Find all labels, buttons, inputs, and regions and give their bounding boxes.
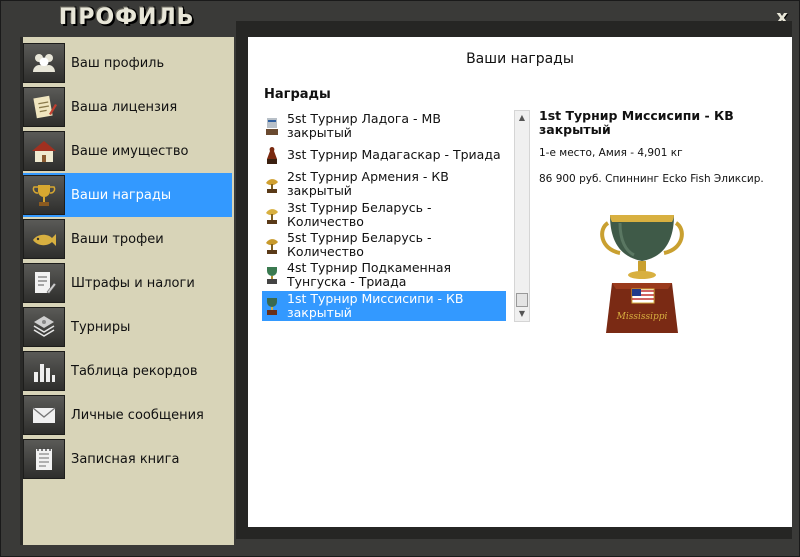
sidebar-item-trophies[interactable]: Ваши трофеи: [23, 217, 234, 261]
award-fish-statue-icon: [262, 234, 282, 256]
awards-scrollbar[interactable]: ▲ ▼: [514, 110, 530, 322]
page-title: Ваши награды: [466, 51, 574, 67]
award-detail-place: 1-е место, Амия - 4,901 кг: [539, 147, 683, 159]
sidebar-item-profile[interactable]: Ваш профиль: [23, 41, 234, 85]
list-item[interactable]: 5st Турнир Ладога - МВ закрытый: [262, 111, 506, 140]
sidebar-item-label: Турниры: [71, 319, 131, 335]
trophy-plate-text: Mississippi: [616, 312, 668, 322]
sidebar-item-property[interactable]: Ваше имущество: [23, 129, 234, 173]
fish-icon: [23, 219, 65, 259]
award-cup-icon: [262, 295, 282, 317]
trophy-image: Mississippi: [600, 215, 684, 333]
scroll-thumb[interactable]: [516, 293, 528, 307]
award-figure-icon: [262, 144, 282, 166]
award-medal-icon: [262, 115, 282, 137]
award-detail-title: 1st Турнир Миссисипи - КВ закрытый: [539, 108, 734, 137]
sidebar-item-label: Ваши награды: [71, 187, 172, 203]
sidebar-item-fines[interactable]: Штрафы и налоги: [23, 261, 234, 305]
sidebar-item-tournaments[interactable]: Турниры: [23, 305, 234, 349]
trophy-icon: [23, 175, 65, 215]
sidebar-item-label: Ваша лицензия: [71, 99, 178, 115]
award-fish-statue-icon: [262, 173, 282, 195]
tournament-icon: [23, 307, 65, 347]
awards-list[interactable]: 5st Турнир Ладога - МВ закрытый 3st Турн…: [262, 109, 506, 323]
sidebar-item-label: Ваш профиль: [71, 55, 165, 71]
license-icon: [23, 87, 65, 127]
window-title: ПРОФИЛЬ: [59, 5, 195, 30]
award-detail-prize: 86 900 руб. Спиннинг Ecko Fish Эликсир.: [539, 173, 764, 185]
list-item[interactable]: 5st Турнир Беларусь - Количество: [262, 231, 506, 259]
sidebar-item-label: Ваше имущество: [71, 143, 189, 159]
users-icon: [23, 43, 65, 83]
envelope-icon: [23, 395, 65, 435]
award-label: 3st Турнир Мадагаскар - Триада: [287, 147, 501, 162]
list-item[interactable]: 3st Турнир Мадагаскар - Триада: [262, 141, 506, 169]
list-item[interactable]: 2st Турнир Армения - КВ закрытый: [262, 169, 506, 199]
award-label: 3st Турнир Беларусь - Количество: [287, 200, 432, 229]
sidebar-item-label: Штрафы и налоги: [71, 275, 195, 291]
award-label: 5st Турнир Ладога - МВ закрытый: [287, 111, 441, 140]
scroll-down-arrow-icon[interactable]: ▼: [515, 307, 529, 321]
list-item[interactable]: 4st Турнир Подкаменная Тунгуска - Триада: [262, 259, 506, 291]
notebook-icon: [23, 439, 65, 479]
sidebar-item-notebook[interactable]: Записная книга: [23, 437, 234, 481]
section-heading: Награды: [264, 87, 331, 102]
sidebar-item-records[interactable]: Таблица рекордов: [23, 349, 234, 393]
award-label: 1st Турнир Миссисипи - КВ закрытый: [287, 291, 464, 320]
list-item[interactable]: 3st Турнир Беларусь - Количество: [262, 201, 506, 229]
award-fish-statue-icon: [262, 204, 282, 226]
document-pen-icon: [23, 263, 65, 303]
sidebar-item-messages[interactable]: Личные сообщения: [23, 393, 234, 437]
profile-window: ПРОФИЛЬ x Ваш профиль Ваша лицензия Ваше…: [0, 0, 800, 557]
award-label: 5st Турнир Беларусь - Количество: [287, 230, 432, 259]
sidebar-item-awards[interactable]: Ваши награды: [23, 173, 232, 217]
sidebar-item-label: Записная книга: [71, 451, 180, 467]
sidebar-item-label: Личные сообщения: [71, 407, 204, 423]
sidebar-item-license[interactable]: Ваша лицензия: [23, 85, 234, 129]
scroll-up-arrow-icon[interactable]: ▲: [515, 111, 529, 125]
award-label: 2st Турнир Армения - КВ закрытый: [287, 169, 449, 198]
awards-panel: Ваши награды Награды 5st Турнир Ладога -…: [248, 37, 792, 527]
list-item-selected[interactable]: 1st Турнир Миссисипи - КВ закрытый: [262, 291, 506, 321]
sidebar: Ваш профиль Ваша лицензия Ваше имущество…: [20, 37, 234, 545]
bar-chart-icon: [23, 351, 65, 391]
house-icon: [23, 131, 65, 171]
award-cup-icon: [262, 264, 282, 286]
sidebar-item-label: Ваши трофеи: [71, 231, 164, 247]
award-label: 4st Турнир Подкаменная Тунгуска - Триада: [287, 260, 452, 289]
sidebar-item-label: Таблица рекордов: [71, 363, 198, 379]
